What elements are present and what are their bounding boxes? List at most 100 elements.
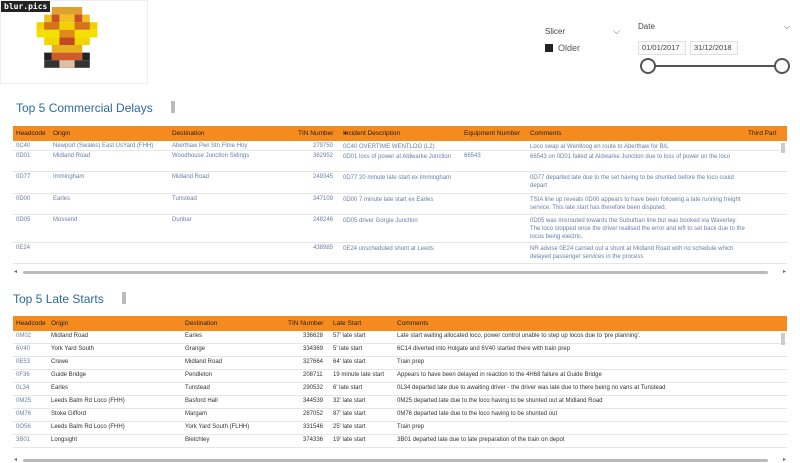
cell-headcode: 0M76 <box>16 411 32 417</box>
cell-headcode: 0L34 <box>16 385 30 391</box>
commercial-delays-title: Top 5 Commercial Delays <box>16 101 175 115</box>
cell-destination: Dunbar <box>172 217 192 223</box>
cell-tin-number: 374336 <box>303 437 324 443</box>
chevron-down-icon[interactable]: ⌵ <box>784 22 790 32</box>
cell-comments: Late start waiting allocated loco, power… <box>397 333 641 339</box>
cell-headcode: 0O56 <box>16 424 31 430</box>
cell-comments: Train prep <box>397 359 425 365</box>
table-row[interactable]: 0O56 Leeds Balm Rd Loco (FHH) York Yard So… <box>13 422 787 435</box>
cell-tin-number: 331546 <box>303 424 324 430</box>
cell-headcode: 3B01 <box>16 437 31 443</box>
cell-tin-number: 208711 <box>303 372 323 378</box>
cell-tin-number: 334369 <box>303 346 324 352</box>
column-header-third-party[interactable]: Third Part <box>748 130 777 137</box>
sort-ascending-icon: ▲ <box>343 130 348 136</box>
cell-origin: Mossend <box>53 217 78 223</box>
table-row[interactable]: 0D01 Midland Road Woodhouse Junction Sidin… <box>13 151 787 172</box>
cell-comments: NR advise 0E24 carried out a shunt at Mi… <box>530 246 734 260</box>
column-header-tin-number[interactable]: TIN Number <box>288 320 323 327</box>
table-row[interactable]: 0F36 Guide Bridge Pendleton 208711 19 minute… <box>13 370 787 383</box>
horizontal-scrollbar[interactable] <box>23 459 768 462</box>
cell-headcode: 0M02 <box>16 333 32 339</box>
table-row[interactable]: 0L34 Earles Tunstead 290532 6' late start 0L3… <box>13 383 787 396</box>
title-marker <box>121 292 126 304</box>
horizontal-scrollbar[interactable] <box>23 271 768 274</box>
start-date-input[interactable]: 01/01/2017 <box>638 41 686 55</box>
table-row[interactable]: 0C40 Newport (Swales) East UsYard (FHH) Ab… <box>13 141 787 151</box>
older-slicer: Slicer ⌵ Older <box>545 26 620 53</box>
cell-destination: Basford Hall <box>185 398 218 404</box>
column-header-headcode[interactable]: Headcode <box>16 130 46 137</box>
cell-headcode: 0F36 <box>16 372 30 378</box>
cell-destination: Tunstead <box>172 196 197 202</box>
column-header-headcode[interactable]: Headcode <box>16 320 46 327</box>
cell-destination: Midland Road <box>172 174 210 180</box>
column-header-destination[interactable]: Destination <box>172 130 205 137</box>
cell-comments: Train prep <box>397 424 425 430</box>
pixel-logo-icon <box>36 7 98 68</box>
table-row[interactable]: 0M02 Midland Road Earles 336628 57' late sta… <box>13 331 787 344</box>
slicer-title: Slicer <box>545 27 566 36</box>
column-header-late-start[interactable]: Late Start <box>333 320 361 327</box>
column-header-destination[interactable]: Destination <box>185 320 218 327</box>
cell-incident-description: 0C40 OVERTIME WENTLOG (L2) <box>343 144 435 150</box>
cell-origin: Leeds Balm Rd Loco (FHH) <box>51 424 125 430</box>
cell-tin-number: 362952 <box>313 153 334 159</box>
cell-tin-number: 249345 <box>313 174 334 180</box>
cell-origin: Midland Road <box>51 333 89 339</box>
cell-headcode: 6V40 <box>16 346 31 352</box>
column-header-tin-number[interactable]: TIN Number <box>298 130 333 137</box>
cell-origin: Immingham <box>53 174 85 180</box>
slicer-option-older[interactable]: Older <box>545 43 620 53</box>
column-header-origin[interactable]: Origin <box>53 130 70 137</box>
column-header-comments[interactable]: Comments <box>397 320 428 327</box>
scroll-left-icon[interactable]: ◂ <box>14 456 17 463</box>
slicer-option-label: Older <box>558 43 581 53</box>
table-row[interactable]: 0M25 Leeds Balm Rd Loco (FHH) Basford Hall… <box>13 396 787 409</box>
end-date-input[interactable]: 31/12/2018 <box>690 41 738 55</box>
column-header-incident-description[interactable]: Incident Description <box>343 130 400 137</box>
table-row[interactable]: 0E53 Crewe Midland Road 327664 64' late star… <box>13 357 787 370</box>
column-header-origin[interactable]: Origin <box>51 320 68 327</box>
table-row[interactable]: 6V40 York Yard South Grange 334369 5' late s… <box>13 344 787 357</box>
cell-destination: Earles <box>185 333 203 339</box>
scroll-right-icon[interactable]: ▸ <box>783 268 786 275</box>
column-header-equipment-number[interactable]: Equipment Number <box>464 130 520 137</box>
cell-incident-description: 0D01 loss of power at Aldwarke Junction <box>343 154 452 160</box>
cell-origin: Earles <box>51 385 69 391</box>
column-header-comments[interactable]: Comments <box>530 130 561 137</box>
cell-late-start: 64' late start <box>333 359 366 365</box>
cell-incident-description: 0D00 7 minute late start ex Earles <box>343 197 434 203</box>
cell-destination: Bletchley <box>185 437 210 443</box>
cell-headcode: 0E53 <box>16 359 31 365</box>
table-row[interactable]: 0D05 Mossend Dunbar 248246 0D05 driver Gorgi… <box>13 215 787 243</box>
end-date-handle[interactable] <box>774 58 790 74</box>
scroll-left-icon[interactable]: ◂ <box>14 268 17 275</box>
cell-comments: 0L34 departed late due to awaiting drive… <box>397 385 666 391</box>
table-row[interactable]: 0D77 Immingham Midland Road 249345 0D77 20 m… <box>13 172 787 194</box>
cell-headcode: 0M25 <box>16 398 32 404</box>
cell-headcode: 0D77 <box>16 174 31 180</box>
cell-comments: 0D77 departed late due to the set having… <box>530 175 734 189</box>
date-slicer-title: Date <box>638 22 655 31</box>
vertical-scrollbar[interactable] <box>781 333 785 345</box>
date-range-track[interactable] <box>648 65 782 67</box>
cell-incident-description: 0D77 20 minute late start ex Immingham <box>343 175 452 181</box>
start-date-handle[interactable] <box>640 58 656 74</box>
checkbox-icon[interactable] <box>545 44 553 52</box>
scroll-right-icon[interactable]: ▸ <box>783 456 786 463</box>
table-row[interactable]: 0D00 Earles Tunstead 347109 0D00 7 minute la… <box>13 194 787 215</box>
table-row[interactable]: 3B01 Longsight Bletchley 374336 19' late sta… <box>13 435 787 448</box>
vertical-scrollbar[interactable] <box>781 143 785 153</box>
cell-comments: 66543 on 0D01 failed at Aldwarke Junctio… <box>530 154 731 160</box>
cell-equipment-number: 66543 <box>464 153 481 159</box>
title-marker <box>170 101 175 113</box>
cell-comments: 0D05 was misrouted towards the Suburban … <box>530 218 745 240</box>
table-row[interactable]: 0E24 438985 0E24 unscheduled shunt at Leed… <box>13 243 787 264</box>
date-slicer: Date ⌵ 01/01/2017 31/12/2018 <box>638 22 790 74</box>
chevron-down-icon[interactable]: ⌵ <box>613 26 620 37</box>
cell-headcode: 0D01 <box>16 153 31 159</box>
table-row[interactable]: 0M76 Stoke Gifford Margam 287052 87' late st… <box>13 409 787 422</box>
logo: blur.pics <box>0 0 148 84</box>
cell-destination: Aberthaw Pwr Stn Flme Hoy <box>172 143 248 149</box>
